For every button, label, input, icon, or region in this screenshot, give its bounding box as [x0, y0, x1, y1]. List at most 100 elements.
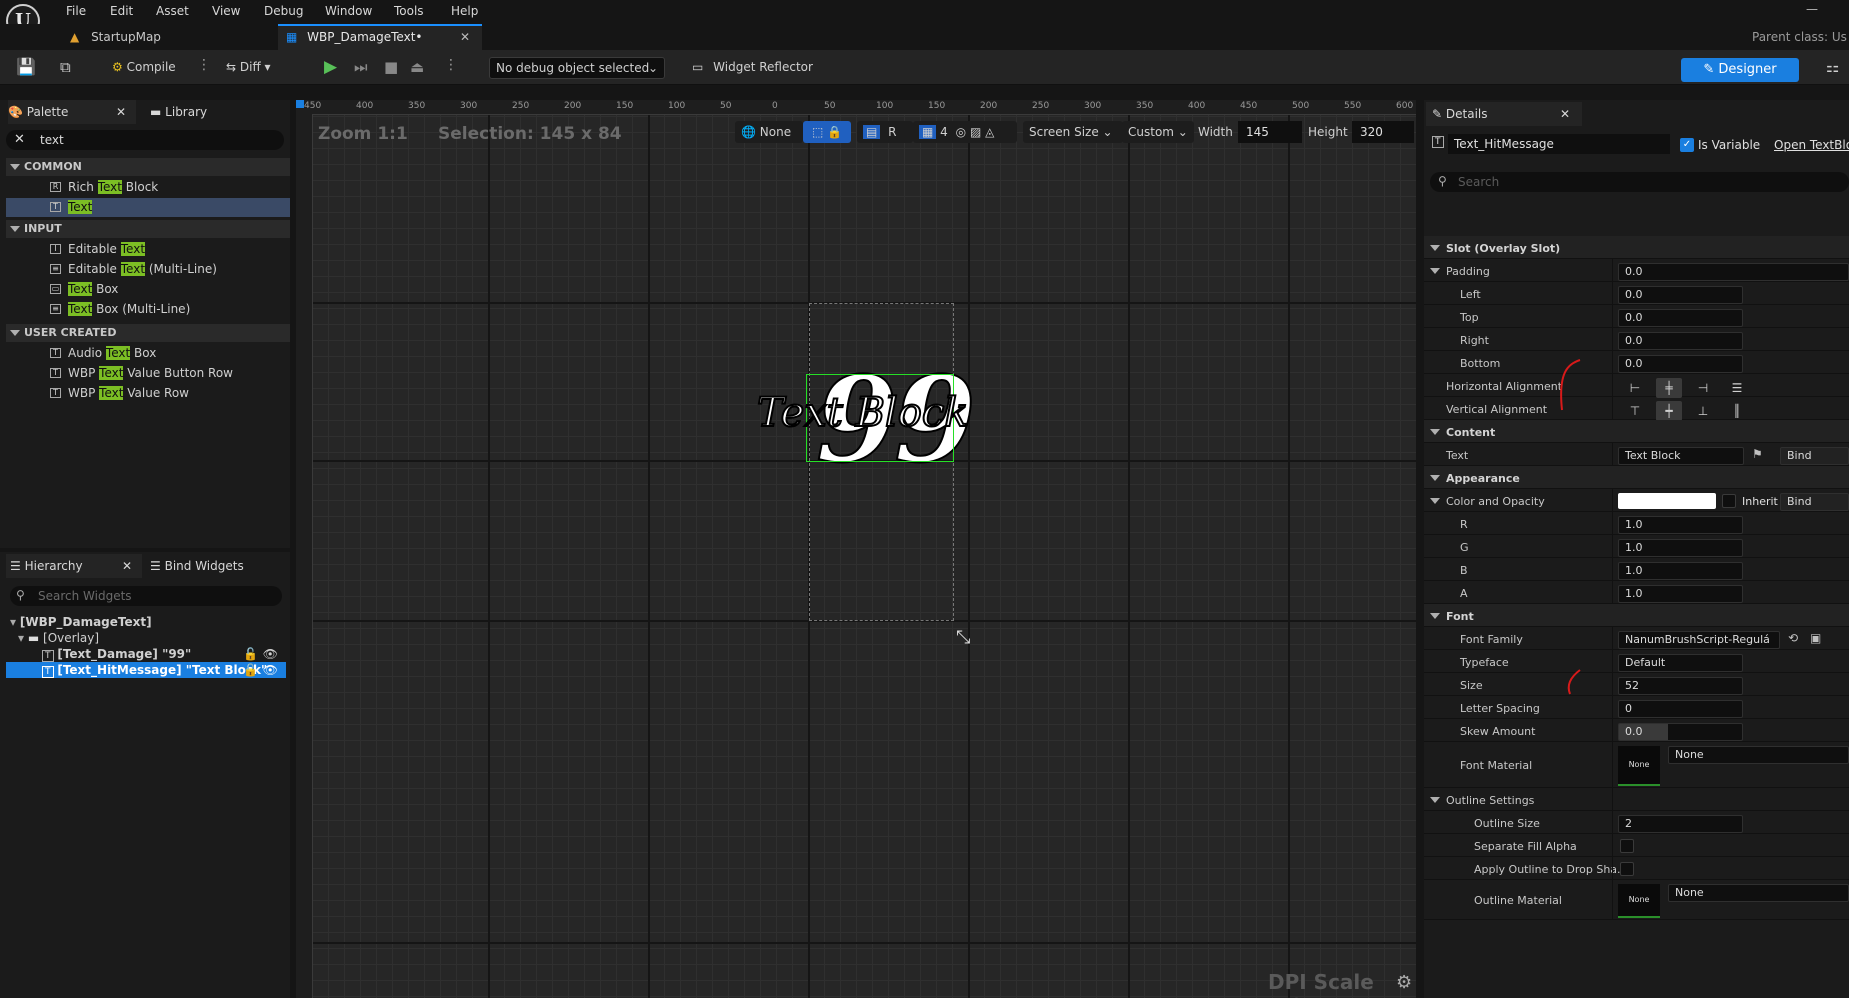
material-thumbnail[interactable]: None	[1618, 746, 1660, 786]
palette-item-wbp-text-value-button-row[interactable]: T WBP Text Value Button Row	[6, 364, 290, 383]
collapse-icon[interactable]	[1430, 613, 1440, 619]
tab-startupmap[interactable]: ▲ StartupMap	[70, 24, 270, 50]
material-select[interactable]: None	[1668, 746, 1849, 764]
collapse-icon[interactable]	[1430, 268, 1440, 274]
collapse-icon[interactable]	[1430, 245, 1440, 251]
clear-search-icon[interactable]: ✕	[14, 132, 25, 147]
palette-item-text-box[interactable]: ▭ Text Box	[6, 280, 290, 299]
step-icon[interactable]: ⏭	[354, 56, 368, 78]
tree-node-root[interactable]: ▾ [WBP_DamageText]	[10, 614, 280, 630]
v-align-right-icon[interactable]: ⊥	[1690, 401, 1716, 421]
palette-item-wbp-text-value-row[interactable]: T WBP Text Value Row	[6, 384, 290, 403]
property-checkbox[interactable]	[1620, 839, 1634, 853]
bind-dropdown[interactable]: Bind	[1780, 447, 1849, 465]
value-input[interactable]: 52	[1618, 677, 1743, 695]
is-variable-checkbox[interactable]: ✓	[1680, 138, 1694, 152]
lock-icon[interactable]: 🔓	[243, 662, 258, 678]
color-swatch[interactable]	[1618, 493, 1716, 509]
close-icon[interactable]: ✕	[1560, 102, 1570, 126]
compile-options-icon[interactable]: ⋮	[197, 57, 211, 73]
hit-message-preview[interactable]: Text Block	[756, 389, 970, 437]
h-align-center-icon[interactable]: ╪	[1656, 378, 1682, 398]
compile-button[interactable]: ⚙ Compile	[112, 56, 176, 78]
menu-help[interactable]: Help	[451, 4, 478, 18]
widget-name-input[interactable]: Text_HitMessage	[1448, 134, 1670, 154]
value-input[interactable]: 0.0	[1618, 309, 1743, 327]
tree-node-text-hitmessage[interactable]: T [Text_HitMessage] "Text Block" 🔓 👁	[6, 662, 286, 678]
play-options-icon[interactable]: ⋮	[444, 57, 458, 73]
lock-icon[interactable]: 🔓	[243, 646, 258, 662]
debug-object-select[interactable]: No debug object selected ⌄	[489, 57, 665, 79]
details-search-input[interactable]: ⚲ Search	[1430, 172, 1849, 192]
value-input[interactable]: 0	[1618, 700, 1743, 718]
width-input[interactable]: 145	[1238, 121, 1302, 143]
eye-icon[interactable]: 👁	[263, 646, 278, 662]
layout-icon[interactable]: ⚏	[1826, 56, 1839, 78]
designer-button[interactable]: ✎ Designer	[1681, 58, 1799, 82]
inherit-checkbox[interactable]	[1722, 494, 1736, 508]
tab-details[interactable]: ✎ Details ✕	[1426, 102, 1582, 126]
stop-icon[interactable]: ■	[384, 56, 398, 78]
collapse-icon[interactable]	[1430, 429, 1440, 435]
collapse-icon[interactable]	[1430, 498, 1440, 504]
menu-view[interactable]: View	[212, 4, 240, 18]
play-icon[interactable]: ▶	[324, 56, 337, 78]
palette-item-text[interactable]: T Text	[6, 198, 290, 217]
skew-amount-slider[interactable]: 0.0	[1618, 723, 1743, 741]
eject-icon[interactable]: ⏏	[410, 56, 424, 78]
category-input[interactable]: INPUT	[6, 220, 290, 238]
h-align-right-icon[interactable]: ⊣	[1690, 378, 1716, 398]
resize-handle-icon[interactable]: ⤡	[956, 627, 970, 648]
designer-canvas[interactable]: Zoom 1:1 Selection: 145 x 84 99 Text Blo…	[296, 100, 1416, 998]
close-icon[interactable]: ✕	[122, 554, 132, 578]
category-common[interactable]: COMMON	[6, 158, 290, 176]
lock-toggle[interactable]: ⬚ 🔒	[803, 121, 851, 143]
category-user-created[interactable]: USER CREATED	[6, 324, 290, 342]
collapse-icon[interactable]	[1430, 475, 1440, 481]
tab-wbp-damagetext[interactable]: ▦ WBP_DamageText• ✕	[278, 24, 482, 50]
v-align-center-icon[interactable]: ┿	[1656, 401, 1682, 421]
diff-button[interactable]: ⇆ Diff ▾	[226, 56, 271, 78]
material-thumbnail[interactable]: None	[1618, 884, 1660, 918]
collapse-icon[interactable]	[1430, 797, 1440, 803]
v-align-fill-icon[interactable]: ║	[1724, 401, 1750, 421]
localize-flag-icon[interactable]: ⚑	[1752, 447, 1763, 461]
value-input[interactable]: 1.0	[1618, 539, 1743, 557]
value-input[interactable]: 0.0	[1618, 286, 1743, 304]
menu-debug[interactable]: Debug	[264, 4, 303, 18]
palette-item-audio-text-box[interactable]: T Audio Text Box	[6, 344, 290, 363]
value-input[interactable]: 1.0	[1618, 516, 1743, 534]
open-textblock-link[interactable]: Open TextBlock	[1774, 138, 1849, 152]
menu-tools[interactable]: Tools	[394, 4, 424, 18]
minimize-icon[interactable]: —	[1806, 2, 1818, 16]
palette-item-editable-text[interactable]: I Editable Text	[6, 240, 290, 259]
respect-locks-toggle[interactable]: ▤ R	[857, 121, 913, 143]
screen-size-select[interactable]: Screen Size ⌄	[1023, 121, 1123, 143]
eye-icon[interactable]: 👁	[263, 662, 278, 678]
size-mode-select[interactable]: Custom ⌄	[1122, 121, 1194, 143]
palette-item-rich-text-block[interactable]: R Rich Text Block	[6, 178, 290, 197]
height-input[interactable]: 320	[1352, 121, 1414, 143]
menu-window[interactable]: Window	[325, 4, 372, 18]
tab-hierarchy[interactable]: ☰ Hierarchy ✕	[6, 554, 142, 578]
property-checkbox[interactable]	[1620, 862, 1634, 876]
tab-palette[interactable]: 🎨 Palette ✕	[8, 100, 136, 124]
bind-dropdown[interactable]: Bind	[1780, 493, 1849, 511]
palette-search-input[interactable]: ✕ text	[6, 130, 284, 150]
h-align-left-icon[interactable]: ⊢	[1622, 378, 1648, 398]
value-input[interactable]: 2	[1618, 815, 1743, 833]
menu-asset[interactable]: Asset	[156, 4, 189, 18]
close-icon[interactable]: ✕	[116, 100, 126, 124]
text-value-input[interactable]: Text Block	[1618, 447, 1744, 465]
tab-library[interactable]: ▬ Library	[150, 100, 260, 124]
menu-file[interactable]: File	[66, 4, 86, 18]
use-selected-asset-icon[interactable]: ▣	[1810, 631, 1821, 645]
tab-bind-widgets[interactable]: ☰ Bind Widgets	[150, 554, 280, 578]
value-input[interactable]: 1.0	[1618, 585, 1743, 603]
value-input[interactable]: 0.0	[1618, 263, 1849, 281]
browse-to-asset-icon[interactable]: ⟲	[1788, 631, 1798, 645]
palette-item-text-box-multiline[interactable]: ≡ Text Box (Multi-Line)	[6, 300, 290, 319]
font-family-select[interactable]: NanumBrushScript-Regulá	[1618, 631, 1780, 649]
value-input[interactable]: 0.0	[1618, 332, 1743, 350]
palette-item-editable-text-multiline[interactable]: ≡ Editable Text (Multi-Line)	[6, 260, 290, 279]
